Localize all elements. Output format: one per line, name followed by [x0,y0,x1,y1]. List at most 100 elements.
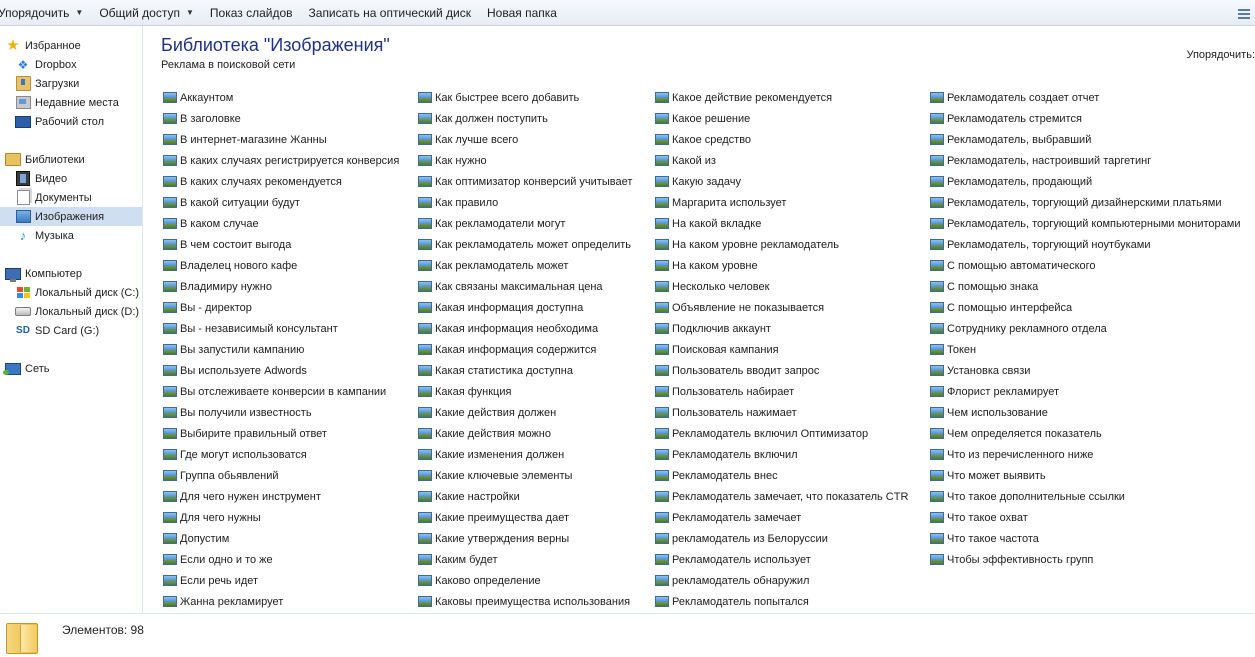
nav-documents[interactable]: Документы [0,188,142,207]
nav-drive-c[interactable]: Локальный диск (C:) [0,283,142,302]
file-item[interactable]: Как нужно [418,152,487,169]
nav-pictures[interactable]: Изображения [0,207,142,226]
file-item[interactable]: Как оптимизатор конверсий учитывает [418,173,632,190]
file-item[interactable]: Рекламодатель, настроивший таргетинг [930,152,1151,169]
file-item[interactable]: В интернет-магазине Жанны [163,131,327,148]
file-item[interactable]: Каково определение [418,572,541,589]
file-item[interactable]: Вы запустили кампанию [163,341,304,358]
nav-recent-places[interactable]: Недавние места [0,93,142,112]
file-item[interactable]: Каким будет [418,551,498,568]
file-item[interactable]: рекламодатель обнаружил [655,572,809,589]
file-item[interactable]: Какие изменения должен [418,446,564,463]
file-item[interactable]: Поисковая кампания [655,341,779,358]
file-item[interactable]: В каких случаях рекомендуется [163,173,342,190]
file-item[interactable]: Вы - директор [163,299,252,316]
file-item[interactable]: Как рекламодатель может определить [418,236,631,253]
nav-downloads[interactable]: Загрузки [0,74,142,93]
file-item[interactable]: Рекламодатель стремится [930,110,1082,127]
file-item[interactable]: На каком уровне [655,257,758,274]
file-item[interactable]: Для чего нужен инструмент [163,488,321,505]
arrange-by-dropdown[interactable]: Упорядочить: [1186,49,1255,61]
file-item[interactable]: В какой ситуации будут [163,194,300,211]
file-item[interactable]: Какая информация содержится [418,341,596,358]
slideshow-button[interactable]: Показ слайдов [202,2,301,24]
file-item[interactable]: Рекламодатель, торгующий дизайнерскими п… [930,194,1222,211]
file-item[interactable]: Какие ключевые элементы [418,467,572,484]
file-item[interactable]: Какое действие рекомендуется [655,89,832,106]
file-item[interactable]: Как правило [418,194,498,211]
file-item[interactable]: Жанна рекламирует [163,593,283,610]
file-item[interactable]: Как быстрее всего добавить [418,89,579,106]
file-item[interactable]: Рекламодатель создает отчет [930,89,1099,106]
nav-network[interactable]: Сеть [0,359,142,378]
file-item[interactable]: С помощью интерфейса [930,299,1072,316]
file-item[interactable]: Владимиру нужно [163,278,272,295]
file-item[interactable]: На какой вкладке [655,215,761,232]
nav-dropbox[interactable]: ❖ Dropbox [0,55,142,74]
file-item[interactable]: Какое средство [655,131,751,148]
file-item[interactable]: Какие утверждения верны [418,530,569,547]
file-item[interactable]: Рекламодатель замечает [655,509,801,526]
file-item[interactable]: Если речь идет [163,572,258,589]
file-item[interactable]: Сотруднику рекламного отдела [930,320,1107,337]
file-item[interactable]: Где могут использоватся [163,446,307,463]
file-item[interactable]: Какие действия можно [418,425,551,442]
file-item[interactable]: Вы - независимый консультант [163,320,338,337]
nav-drive-d[interactable]: Локальный диск (D:) [0,302,142,321]
organize-button[interactable]: Упорядочить ▼ [0,2,91,24]
file-item[interactable]: Владелец нового кафе [163,257,297,274]
file-item[interactable]: Какая информация доступна [418,299,583,316]
file-item[interactable]: В заголовке [163,110,241,127]
file-item[interactable]: Как рекламодатель может [418,257,568,274]
file-item[interactable]: Какой из [655,152,716,169]
file-item[interactable]: Рекламодатель, выбравший [930,131,1091,148]
file-item[interactable]: С помощью автоматического [930,257,1096,274]
file-item[interactable]: Флорист рекламирует [930,383,1059,400]
nav-video[interactable]: Видео [0,169,142,188]
file-item[interactable]: Чтобы эффективность групп [930,551,1093,568]
file-item[interactable]: Пользователь набирает [655,383,794,400]
file-item[interactable]: Рекламодатель попытался [655,593,809,610]
file-item[interactable]: Чем определяется показатель [930,425,1102,442]
file-item[interactable]: Несколько человек [655,278,769,295]
file-item[interactable]: Подключив аккаунт [655,320,771,337]
file-item[interactable]: Вы получили известность [163,404,312,421]
file-item[interactable]: Какую задачу [655,173,741,190]
file-item[interactable]: Рекламодатель использует [655,551,811,568]
share-button[interactable]: Общий доступ ▼ [91,2,202,24]
file-item[interactable]: В каких случаях регистрируется конверсия [163,152,399,169]
file-item[interactable]: На каком уровне рекламодатель [655,236,839,253]
file-item[interactable]: Допустим [163,530,229,547]
file-item[interactable]: Каковы преимущества использования [418,593,630,610]
file-item[interactable]: Группа обьявлений [163,467,279,484]
nav-sd-card[interactable]: SD SD Card (G:) [0,321,142,340]
file-item[interactable]: Рекламодатель, торгующий ноутбуками [930,236,1150,253]
file-item[interactable]: рекламодатель из Белоруссии [655,530,828,547]
file-item[interactable]: В каком случае [163,215,259,232]
file-item[interactable]: Чем использование [930,404,1048,421]
nav-favorites[interactable]: ★ Избранное [0,36,142,55]
file-item[interactable]: С помощью знака [930,278,1038,295]
file-item[interactable]: Что из перечисленного ниже [930,446,1093,463]
file-item[interactable]: Рекламодатель замечает, что показатель C… [655,488,908,505]
file-item[interactable]: В чем состоит выгода [163,236,291,253]
file-item[interactable]: Какие настройки [418,488,520,505]
file-item[interactable]: Вы используете Adwords [163,362,307,379]
file-item[interactable]: Для чего нужны [163,509,261,526]
view-options-icon[interactable] [1236,6,1252,20]
file-item[interactable]: Какие преимущества дает [418,509,569,526]
file-item[interactable]: Пользователь нажимает [655,404,797,421]
file-item[interactable]: Какие действия должен [418,404,556,421]
nav-libraries[interactable]: Библиотеки [0,150,142,169]
file-item[interactable]: Установка связи [930,362,1030,379]
new-folder-button[interactable]: Новая папка [479,2,565,24]
file-item[interactable]: Рекламодатель включил Оптимизатор [655,425,868,442]
file-item[interactable]: Выбирите правильный ответ [163,425,327,442]
file-item[interactable]: Рекламодатель, торгующий компьютерными м… [930,215,1241,232]
file-item[interactable]: Вы отслеживаете конверсии в кампании [163,383,386,400]
file-item[interactable]: Аккаунтом [163,89,233,106]
file-item[interactable]: Как лучше всего [418,131,518,148]
file-item[interactable]: Как рекламодатели могут [418,215,565,232]
file-item[interactable]: Что такое частота [930,530,1039,547]
file-item[interactable]: Какое решение [655,110,750,127]
